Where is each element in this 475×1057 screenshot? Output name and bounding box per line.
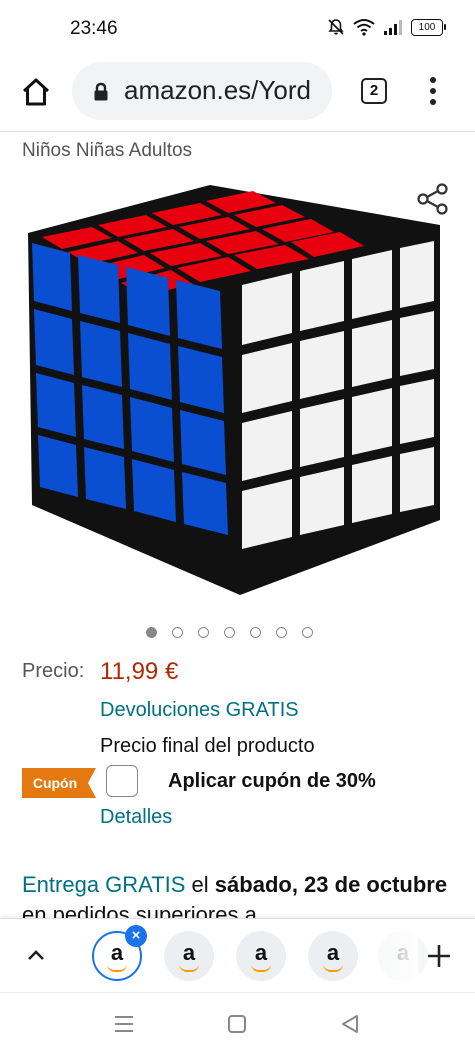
status-time: 23:46 <box>70 18 118 39</box>
signal-icon <box>384 20 402 35</box>
tab-strip-fade <box>372 919 418 993</box>
amazon-smile <box>323 964 343 972</box>
image-carousel-dots <box>146 627 313 638</box>
bell-off-icon <box>328 19 344 35</box>
battery-icon: 100 <box>411 18 446 36</box>
url-text: amazon.es/Yord <box>124 75 311 105</box>
amazon-logo-icon: a <box>326 940 340 965</box>
price-label: Precio: <box>22 660 85 682</box>
final-price-note: Precio final del producto <box>100 735 315 757</box>
delivery-date: sábado, 23 de octubre <box>214 872 448 897</box>
carousel-dot[interactable] <box>224 627 235 638</box>
coupon-text[interactable]: Aplicar cupón de 30% <box>168 770 376 793</box>
coupon-badge: Cupón <box>22 768 96 798</box>
free-returns-link[interactable]: Devoluciones GRATIS <box>100 699 299 722</box>
carousel-dot[interactable] <box>146 627 157 638</box>
tab-switcher-button[interactable]: 2 <box>361 78 387 104</box>
address-bar[interactable]: amazon.es/Yord <box>72 62 332 120</box>
coupon-checkbox[interactable] <box>106 765 138 797</box>
amazon-smile <box>179 964 199 972</box>
status-icons: 100 <box>327 18 446 36</box>
carousel-dot[interactable] <box>198 627 209 638</box>
product-image[interactable] <box>20 175 460 600</box>
coupon-badge-label: Cupón <box>33 775 77 791</box>
amazon-logo-icon: a <box>254 940 268 965</box>
amazon-logo-icon: a <box>182 940 196 965</box>
browser-toolbar: amazon.es/Yord 2 <box>0 58 475 128</box>
recent-apps-icon[interactable] <box>114 1015 134 1033</box>
lock-icon <box>94 82 108 101</box>
carousel-dot[interactable] <box>302 627 313 638</box>
chevron-up-icon[interactable] <box>24 943 48 967</box>
nav-back-icon[interactable] <box>340 1014 360 1034</box>
free-delivery-link[interactable]: Entrega GRATIS <box>22 872 185 897</box>
wifi-icon <box>353 19 375 36</box>
close-tab-icon[interactable]: × <box>125 925 147 947</box>
add-tab-icon[interactable] <box>426 943 452 969</box>
price-value: 11,99 € <box>100 658 179 685</box>
product-subtitle: Niños Niñas Adultos <box>22 140 193 161</box>
share-icon[interactable] <box>416 182 450 216</box>
tab-amazon[interactable]: a <box>236 931 286 981</box>
tab-strip: a × a a a a <box>0 918 475 993</box>
home-icon[interactable] <box>18 74 54 110</box>
amazon-smile <box>251 964 271 972</box>
details-link[interactable]: Detalles <box>100 806 172 829</box>
carousel-dot[interactable] <box>250 627 261 638</box>
nav-home-icon[interactable] <box>228 1015 246 1033</box>
delivery-mid-text: el <box>185 872 215 897</box>
carousel-dot[interactable] <box>172 627 183 638</box>
amazon-smile <box>106 964 127 972</box>
status-bar: 23:46 100 <box>0 0 475 58</box>
carousel-dot[interactable] <box>276 627 287 638</box>
system-nav-bar <box>0 992 475 1057</box>
tab-amazon[interactable]: a <box>308 931 358 981</box>
tab-amazon[interactable]: a <box>164 931 214 981</box>
toolbar-divider <box>0 131 475 132</box>
menu-dots-icon[interactable] <box>423 75 443 107</box>
